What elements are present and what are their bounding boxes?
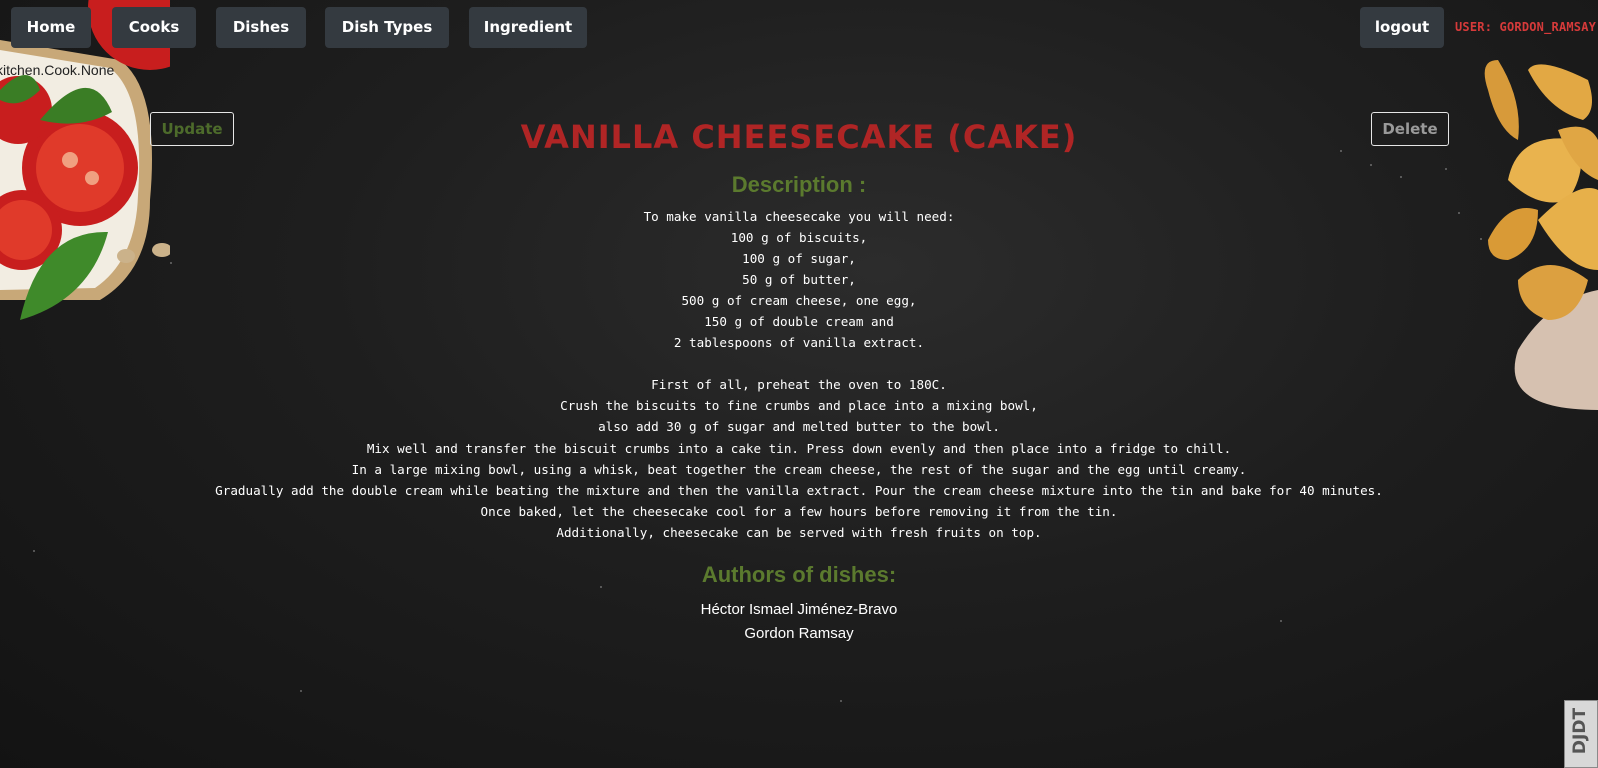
authors-heading: Authors of dishes: — [701, 562, 897, 587]
author-name: Gordon Ramsay — [744, 625, 854, 642]
dish-title: VANILLA CHEESECAKE (CAKE) — [520, 118, 1078, 156]
author-name: Héctor Ismael Jiménez-Bravo — [700, 601, 898, 618]
kitchen-cook-text: kitchen.Cook.None — [0, 62, 115, 78]
nav-dishes-button[interactable]: Dishes — [216, 7, 306, 48]
nav-dish-types-button[interactable]: Dish Types — [325, 7, 449, 48]
description-heading: Description : — [731, 172, 867, 197]
debug-toolbar-label: DJDT — [1570, 707, 1591, 755]
dish-description: To make vanilla cheesecake you will need… — [215, 209, 1383, 540]
current-user-label: USER: GORDON_RAMSAY — [1455, 20, 1597, 34]
nav-ingredient-button[interactable]: Ingredient — [469, 7, 587, 48]
nav-cooks-button[interactable]: Cooks — [112, 7, 196, 48]
debug-toolbar-handle[interactable]: DJDT — [1564, 700, 1598, 768]
logout-button[interactable]: logout — [1360, 7, 1444, 48]
nav-home-button[interactable]: Home — [11, 7, 91, 48]
authors-list: Héctor Ismael Jiménez-Bravo Gordon Ramsa… — [0, 598, 1598, 646]
